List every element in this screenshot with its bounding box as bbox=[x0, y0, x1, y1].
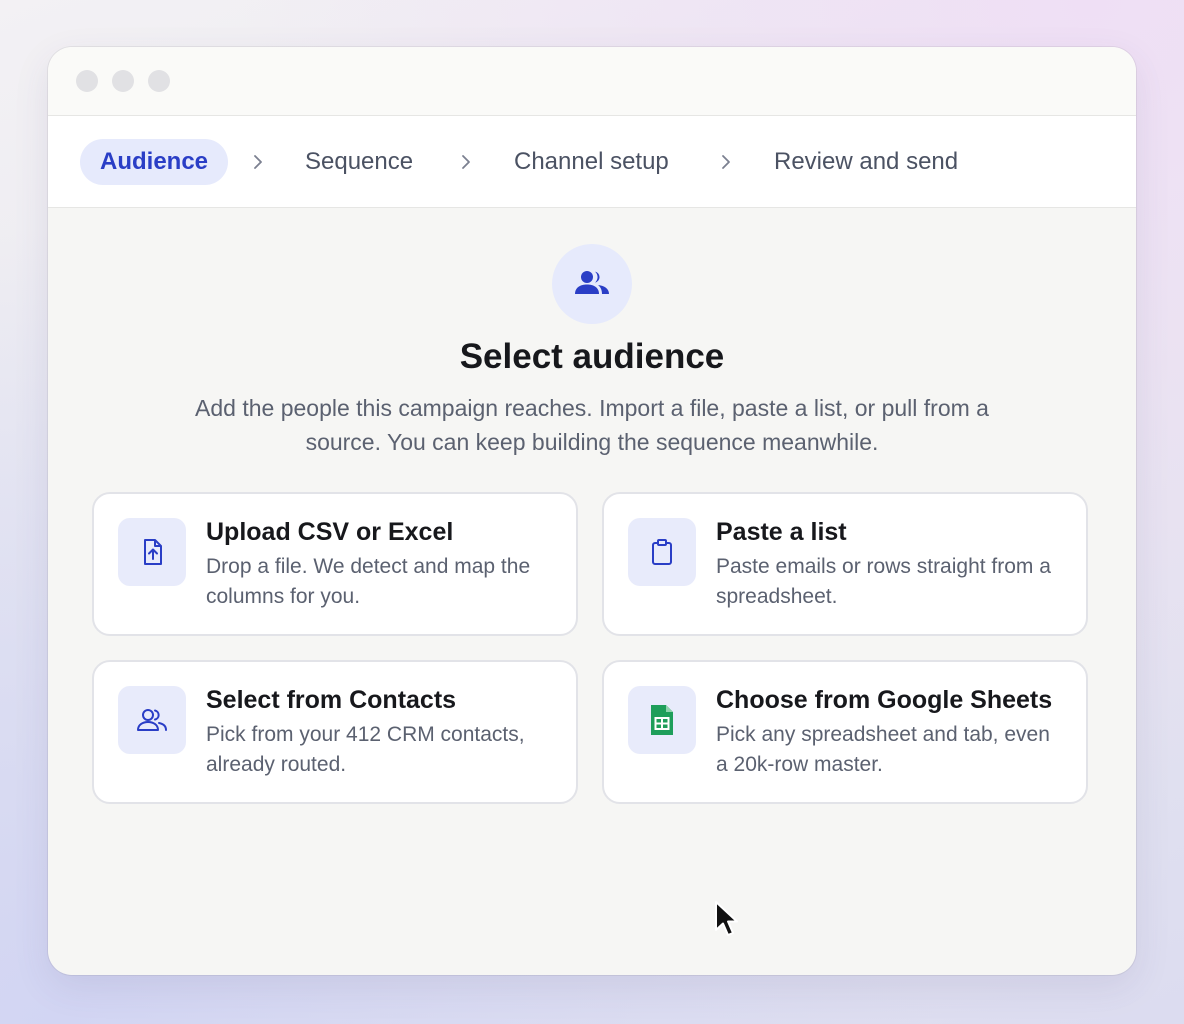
paste-list-option[interactable]: Paste a list Paste emails or rows straig… bbox=[602, 492, 1088, 636]
google-sheets-option[interactable]: Choose from Google Sheets Pick any sprea… bbox=[602, 660, 1088, 804]
step-navigation: Audience Sequence Channel setup Review a… bbox=[48, 116, 1136, 208]
step-channel-setup[interactable]: Channel setup bbox=[514, 139, 669, 185]
window-maximize-dot[interactable] bbox=[148, 70, 170, 92]
option-title: Select from Contacts bbox=[206, 686, 457, 714]
chevron-right-icon bbox=[722, 155, 730, 169]
option-description: Paste emails or rows straight from a spr… bbox=[716, 555, 1051, 608]
title-bar bbox=[48, 47, 1136, 116]
file-upload-icon bbox=[118, 518, 186, 586]
clipboard-icon bbox=[628, 518, 696, 586]
option-description: Drop a file. We detect and map the colum… bbox=[206, 555, 531, 608]
chevron-right-icon bbox=[254, 155, 262, 169]
window-close-dot[interactable] bbox=[76, 70, 98, 92]
people-icon bbox=[552, 244, 632, 324]
mouse-pointer-icon bbox=[715, 901, 738, 936]
option-description: Pick any spreadsheet and tab, even a 20k… bbox=[716, 723, 1050, 776]
page-subtitle: Add the people this campaign reaches. Im… bbox=[195, 395, 989, 455]
contacts-icon bbox=[118, 686, 186, 754]
option-title: Paste a list bbox=[716, 518, 847, 546]
option-title: Choose from Google Sheets bbox=[716, 686, 1053, 714]
chevron-right-icon bbox=[462, 155, 470, 169]
step-review-and-send[interactable]: Review and send bbox=[774, 139, 958, 185]
option-description: Pick from your 412 CRM contacts, already… bbox=[206, 723, 525, 776]
select-contacts-option[interactable]: Select from Contacts Pick from your 412 … bbox=[92, 660, 578, 804]
window-minimize-dot[interactable] bbox=[112, 70, 134, 92]
upload-csv-option[interactable]: Upload CSV or Excel Drop a file. We dete… bbox=[92, 492, 578, 636]
step-audience[interactable]: Audience bbox=[80, 139, 229, 185]
option-title: Upload CSV or Excel bbox=[206, 518, 454, 546]
app-window: Audience Sequence Channel setup Review a… bbox=[48, 47, 1136, 975]
google-sheets-icon bbox=[628, 686, 696, 754]
step-sequence[interactable]: Sequence bbox=[305, 139, 413, 185]
page-title: Select audience bbox=[459, 337, 725, 376]
